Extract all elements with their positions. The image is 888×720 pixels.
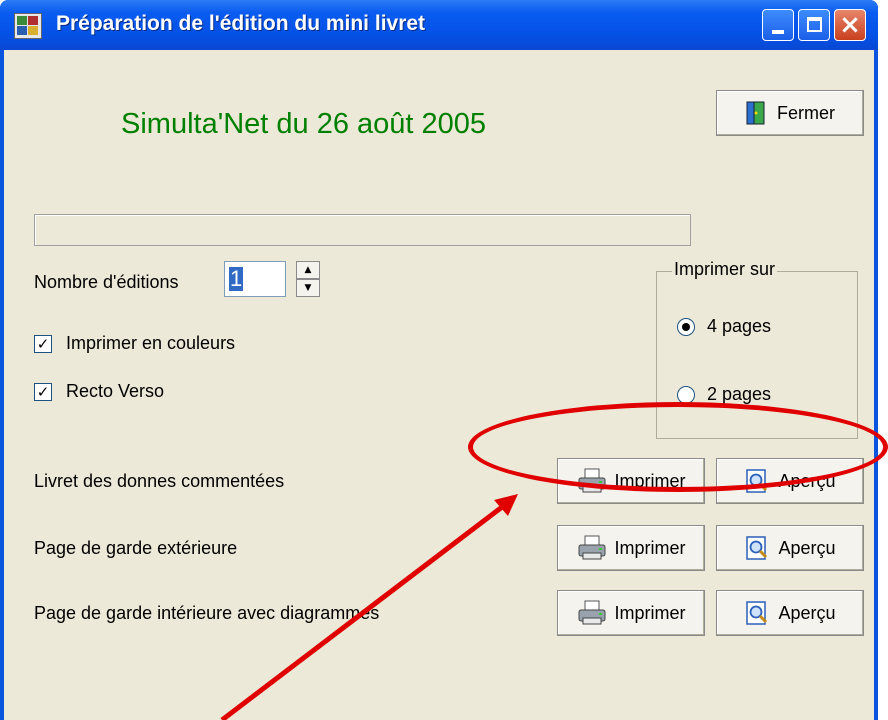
dialog-client-area: Simulta'Net du 26 août 2005 Fermer Nombr… [4, 50, 874, 720]
progress-bar [34, 214, 691, 246]
fermer-label: Fermer [777, 102, 835, 123]
print-label: Imprimer [614, 537, 686, 558]
window: Préparation de l'édition du mini livret … [0, 0, 878, 720]
close-icon: × [839, 10, 861, 40]
maximize-icon [807, 17, 822, 32]
color-checkbox-label: Imprimer en couleurs [66, 333, 236, 353]
annotation-ellipse [468, 402, 888, 492]
printer-icon [578, 535, 605, 560]
preview-label: Aperçu [778, 602, 836, 623]
duplex-checkbox-label: Recto Verso [66, 381, 165, 401]
door-exit-icon [746, 101, 765, 125]
page-title: Simulta'Net du 26 août 2005 [121, 108, 487, 140]
printer-icon [578, 600, 605, 625]
editions-stepper[interactable]: ▲ ▼ [296, 261, 320, 297]
radio-4-pages[interactable] [677, 318, 695, 336]
fermer-button[interactable]: Fermer [716, 90, 864, 136]
maximize-button[interactable] [798, 9, 830, 41]
minimize-button[interactable] [762, 9, 794, 41]
editions-label: Nombre d'éditions [34, 272, 179, 292]
row-label-garde-exterieure: Page de garde extérieure [34, 538, 238, 558]
row-label-livret: Livret des donnes commentées [34, 471, 285, 491]
preview-garde-exterieure-button[interactable]: Aperçu [716, 525, 864, 571]
print-garde-exterieure-button[interactable]: Imprimer [557, 525, 705, 571]
preview-garde-interieure-button[interactable]: Aperçu [716, 590, 864, 636]
row-label-garde-interieure: Page de garde intérieure avec diagrammes [34, 603, 380, 623]
duplex-checkbox[interactable]: ✓ [34, 383, 52, 401]
magnifier-page-icon [746, 536, 768, 560]
app-icon[interactable] [14, 13, 42, 39]
print-label: Imprimer [614, 602, 686, 623]
minimize-icon [772, 30, 784, 34]
radio-4-pages-label: 4 pages [707, 316, 772, 336]
magnifier-page-icon [746, 601, 768, 625]
print-on-label: Imprimer sur [672, 259, 778, 280]
close-window-button[interactable]: × [834, 9, 866, 41]
title-bar[interactable]: Préparation de l'édition du mini livret … [0, 0, 878, 50]
editions-count-value: 1 [229, 266, 244, 291]
color-checkbox[interactable]: ✓ [34, 335, 52, 353]
preview-label: Aperçu [778, 537, 836, 558]
stepper-down-icon[interactable]: ▼ [296, 279, 320, 297]
editions-count-input[interactable]: 1 [224, 261, 286, 297]
stepper-up-icon[interactable]: ▲ [296, 261, 320, 279]
window-title: Préparation de l'édition du mini livret [56, 12, 426, 35]
print-garde-interieure-button[interactable]: Imprimer [557, 590, 705, 636]
